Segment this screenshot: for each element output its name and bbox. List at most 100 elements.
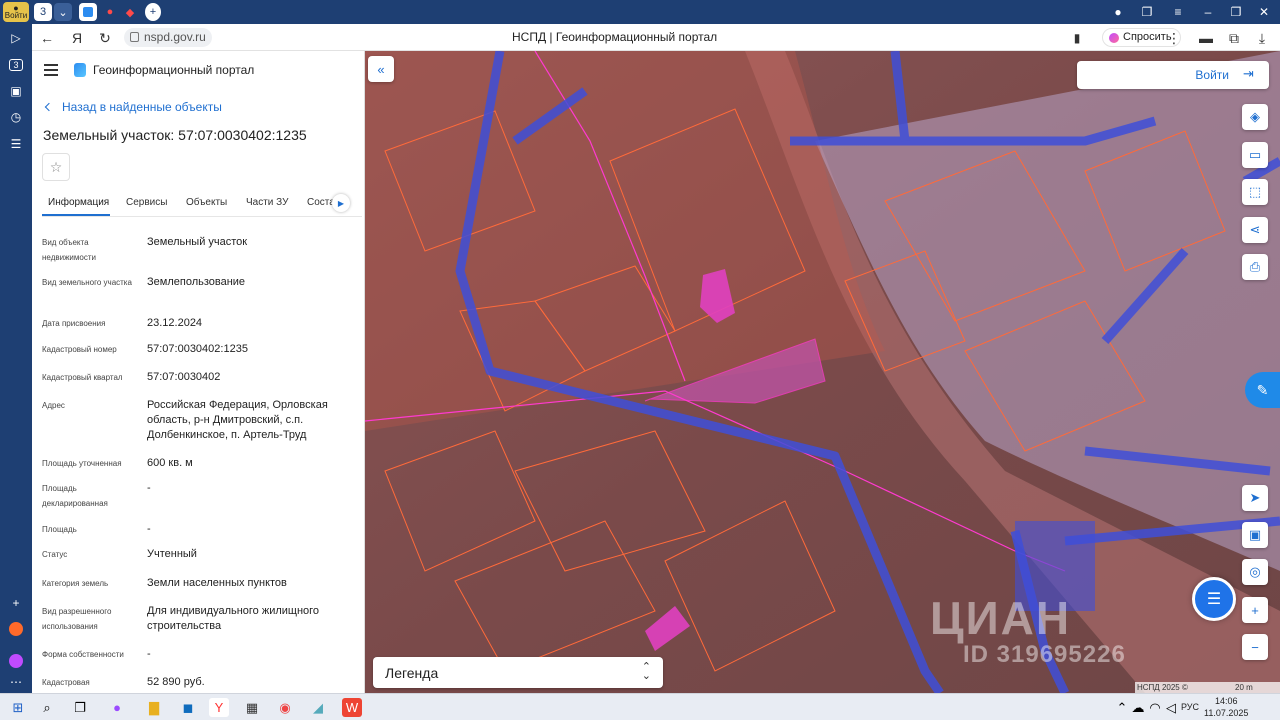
back-to-results-link[interactable]: Назад в найденные объекты	[44, 100, 222, 114]
close-icon[interactable]: ✕	[1256, 4, 1272, 20]
favorite-star-button[interactable]: ☆	[42, 153, 70, 181]
clock-time: 14:06	[1215, 696, 1238, 706]
bookmarks-icon[interactable]: ❐	[1139, 4, 1155, 20]
back-arrow-icon[interactable]: ←	[38, 29, 56, 47]
notes-app-icon[interactable]: ◢	[308, 698, 328, 717]
layers-button[interactable]: ◈	[1242, 104, 1268, 130]
tab-composition[interactable]: Соста	[307, 197, 335, 208]
updown-chevron-icon: ⌃ ⌄	[641, 661, 651, 682]
feedback-tab[interactable]: ✎	[1245, 372, 1280, 408]
map-scale-bar: НСПД 2025 © 20 m	[1135, 682, 1280, 693]
profile-label: Войти	[4, 11, 28, 20]
attr-key: Форма собственности	[42, 650, 124, 659]
locate-button[interactable]: ◎	[1242, 559, 1268, 585]
share-icon: ⋖	[1249, 222, 1261, 237]
chat-button[interactable]: ☰	[1192, 577, 1236, 621]
map-view[interactable]: « Войти ⇥ ◈ ▭ ⬚ ⋖ ⎙ ✎ ➤ ▣ ◎ + − ☰ ЦИАН I…	[365, 51, 1280, 693]
new-tab-button[interactable]: +	[145, 3, 161, 21]
print-button[interactable]: ⎙	[1242, 254, 1268, 280]
tab-list-chevron-icon[interactable]: ⌄	[54, 3, 72, 21]
double-chevron-left-icon: «	[377, 61, 385, 77]
tabs-next-button[interactable]: ▶	[332, 194, 350, 212]
login-button[interactable]: Войти ⇥	[1077, 61, 1269, 89]
outlook-icon[interactable]: ◼	[178, 698, 198, 717]
tab-nspd-favicon[interactable]	[79, 3, 97, 21]
alice-icon[interactable]	[6, 651, 26, 671]
download-icon[interactable]: ⤓	[1253, 29, 1271, 47]
rail-three-badge[interactable]: 3	[6, 55, 26, 75]
zoom-in-button[interactable]: +	[1242, 597, 1268, 623]
chrome-icon[interactable]: ◉	[275, 698, 295, 717]
tab-count-label: 3	[39, 6, 47, 18]
add-icon[interactable]: +	[6, 593, 26, 613]
navigation-arrow-icon: ➤	[1249, 490, 1261, 505]
wps-icon[interactable]: W	[342, 698, 362, 717]
bookmark-icon[interactable]: ▮	[1068, 29, 1086, 47]
tab-objects[interactable]: Объекты	[186, 197, 227, 208]
tab-maps-pin-icon[interactable]: ●	[102, 3, 118, 21]
camera-icon[interactable]: ▣	[6, 81, 26, 101]
attr-key: Кадастровая	[42, 678, 90, 687]
zoom-out-button[interactable]: −	[1242, 634, 1268, 660]
attr-key: Вид объекта недвижимости	[42, 238, 96, 262]
minimize-icon[interactable]: –	[1200, 4, 1216, 20]
extension-icon[interactable]: ▬	[1197, 29, 1215, 47]
account-icon[interactable]: ●	[1110, 4, 1126, 20]
alice-taskbar-icon[interactable]: ●	[107, 698, 127, 717]
profile-button[interactable]: ● Войти	[3, 2, 29, 22]
tab-count-badge[interactable]: 3	[34, 3, 52, 21]
ai-icon	[1109, 33, 1119, 43]
menu-icon[interactable]: ≡	[1170, 4, 1186, 20]
tab-cian-icon[interactable]: ◆	[122, 3, 138, 21]
three-badge-label: 3	[9, 59, 23, 71]
task-view-icon[interactable]: ❐	[70, 698, 90, 717]
attr-key: Категория земель	[42, 579, 109, 588]
attr-value: Земли населенных пунктов	[147, 577, 287, 589]
input-language[interactable]: РУС	[1181, 702, 1199, 712]
tab-parts[interactable]: Части ЗУ	[246, 197, 288, 208]
attr-key: Площадь декларированная	[42, 484, 108, 508]
more-icon[interactable]: ⋯	[6, 672, 26, 692]
attr-value: 52 890 руб.	[147, 676, 205, 688]
file-explorer-icon[interactable]: ▇	[144, 698, 164, 717]
play-icon[interactable]: ▷	[6, 28, 26, 48]
notes-icon[interactable]: ☰	[6, 134, 26, 154]
area-select-button[interactable]: ⬚	[1242, 179, 1268, 205]
attr-key: Вид разрешенного использования	[42, 607, 112, 631]
tab-information[interactable]: Информация	[48, 197, 109, 208]
search-icon[interactable]: ⌕	[37, 698, 57, 717]
translate-icon[interactable]: ⧉	[1225, 29, 1243, 47]
calculator-icon[interactable]: ▦	[242, 698, 262, 717]
volume-icon[interactable]: ◁	[1161, 698, 1181, 717]
windows-start-icon[interactable]: ⊞	[8, 698, 28, 717]
attr-value: Учтенный	[147, 548, 197, 560]
hamburger-menu-icon[interactable]	[44, 64, 58, 76]
yandex-icon[interactable]: Я	[68, 29, 86, 47]
tab-services[interactable]: Сервисы	[126, 197, 167, 208]
map-canvas	[365, 51, 1280, 693]
chevron-right-icon: ▶	[337, 198, 345, 208]
star-icon: ☆	[49, 158, 63, 175]
attr-value: 23.12.2024	[147, 317, 203, 329]
url-field[interactable]: nspd.gov.ru	[124, 28, 212, 47]
reload-icon[interactable]: ↻	[96, 29, 114, 47]
ruler-icon: ▭	[1248, 147, 1262, 162]
ruler-button[interactable]: ▭	[1242, 142, 1268, 168]
restore-icon[interactable]: ❐	[1228, 4, 1244, 20]
legend-dropdown[interactable]: Легенда ⌃ ⌄	[373, 657, 663, 688]
minimap-button[interactable]: ▣	[1242, 522, 1268, 548]
attr-value: Для индивидуального жилищного строительс…	[147, 605, 320, 632]
attr-value: -	[147, 482, 151, 494]
attr-key: Статус	[42, 550, 68, 559]
minus-icon: −	[1251, 639, 1259, 655]
collapse-panel-button[interactable]: «	[368, 56, 394, 82]
heart-icon[interactable]	[6, 619, 26, 639]
attr-value: Землепользование	[147, 276, 246, 288]
share-button[interactable]: ⋖	[1242, 217, 1268, 243]
attr-key: Вид земельного участка	[42, 278, 132, 287]
clock-icon[interactable]: ◷	[6, 107, 26, 127]
yandex-browser-icon[interactable]: Y	[209, 698, 229, 717]
target-icon: ◎	[1249, 564, 1261, 579]
more-menu-icon[interactable]: ⋮	[1165, 29, 1183, 47]
geolocation-button[interactable]: ➤	[1242, 485, 1268, 511]
